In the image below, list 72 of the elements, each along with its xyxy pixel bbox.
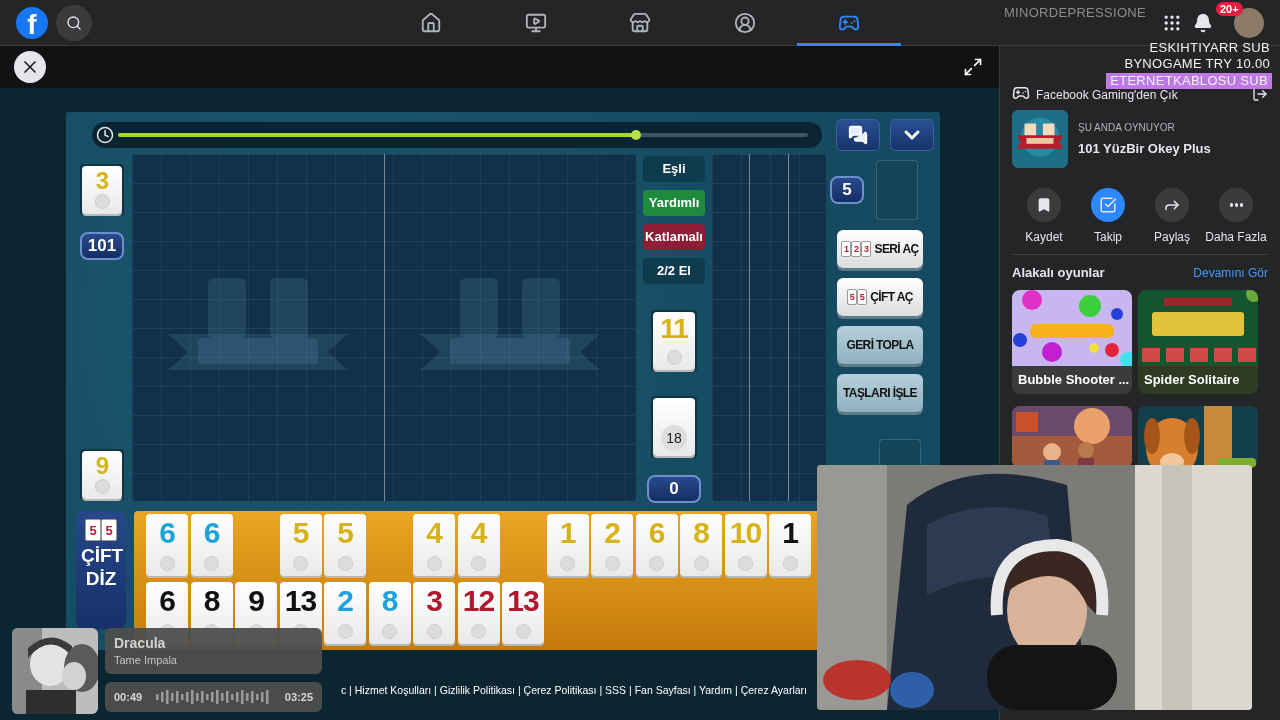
mini-card: 1 [841,240,852,257]
game-name: Bubble Shooter ... [1017,371,1131,387]
mode-tag: Eşli [643,155,705,182]
tile-number: 6 [159,584,175,618]
action-label: Daha Fazla [1205,230,1267,244]
game-tile[interactable]: 13 [502,582,544,645]
game-card[interactable]: Bubble Shooter ... [1012,290,1132,394]
tile-number: 4 [470,516,487,550]
see-more-link[interactable]: Devamını Gör [1193,265,1268,280]
alert-text: ETERNETKABLOSU SUB [1106,73,1272,89]
game-title[interactable]: 101 YüzBir Okey Plus [1078,141,1211,156]
game-tile[interactable]: 1 [769,514,811,577]
mode-tag: Katlamalı [643,223,705,250]
game-card[interactable]: Spider Solitaire [1138,290,1258,394]
tile-number: 13 [507,584,539,618]
elapsed-time: 00:49 [114,691,143,703]
tile-number: 3 [95,167,109,195]
tile-number: 3 [426,584,442,618]
alert-text: BYNOGAME TRY 10.00 [1123,57,1271,71]
tile-number: 4 [426,516,442,550]
tile-number: 8 [381,584,398,618]
footer-links[interactable]: c | Hizmet Koşulları | Gizlilik Politikası | Çerez Politikası | SSS | Fan Sayfası | Yardım | Çerez Ayarları [340,684,807,696]
draw-pile[interactable]: 18 [653,397,695,456]
tile-number: 10 [729,516,762,550]
mini-card: 5 [85,519,101,542]
alert-text: MINORDEPRESSIONE [1002,6,1147,20]
tile-number: 2 [337,584,353,618]
action-button[interactable]: GERİ TOPLA [837,325,923,364]
game-name: Spider Solitaire [1143,371,1241,387]
pile-count: 18 [661,424,687,451]
tile-number: 1 [559,516,576,550]
action-button[interactable]: 5 5 ÇİFT AÇ [837,277,923,316]
action-button[interactable]: TAŞLARI İŞLE [837,373,923,412]
score-badge: 0 [647,475,701,504]
alert-text: ESKIHTIYARR SUB [1148,41,1271,55]
tile-number: 6 [648,516,665,550]
app-logo[interactable]: f [16,7,48,39]
tile-number: 5 [337,516,353,550]
action-button[interactable]: 1 2 3 SERİ AÇ [837,229,923,268]
pair-sort-button[interactable]: 5 5 ÇİFT DİZ [76,511,126,630]
tile-number: 9 [248,584,264,618]
mini-card: 3 [861,240,872,257]
exit-gaming-link[interactable]: Facebook Gaming'den Çık [1036,88,1246,102]
tile-number: 8 [203,584,220,618]
tile-number: 1 [782,516,798,550]
game-tile[interactable]: 3 [413,582,455,645]
tile-number: 8 [693,516,709,550]
action-label: Kaydet [1025,230,1063,244]
game-tile[interactable]: 12 [457,582,500,645]
tile-number: 2 [604,516,620,550]
notification-count: 20+ [1216,2,1243,16]
mini-card: 5 [847,288,858,305]
mode-tag: Yardımlı [643,189,705,216]
tile-number: 6 [159,516,175,550]
action-label: Paylaş [1154,230,1190,244]
tile-number: 5 [292,516,309,550]
mode-tag: 2/2 El [643,257,705,284]
mini-card: 5 [101,519,117,542]
track-artist: Tame Impala [114,654,178,666]
tile-number: 13 [284,584,317,618]
now-playing-caption: ŞU ANDA OYNUYOR [1078,122,1176,133]
section-title: Alakalı oyunlar [1012,265,1105,280]
action-label: Takip [1094,230,1122,244]
tile-number: 6 [203,516,220,550]
mini-card: 2 [851,240,862,257]
mini-card: 5 [857,288,868,305]
tile-number: 9 [95,453,109,480]
score-badge: 101 [79,231,125,260]
score-badge: 5 [830,175,864,204]
total-time: 03:25 [284,691,313,703]
tile-number: 12 [462,584,495,618]
tile-number: 11 [660,313,688,345]
